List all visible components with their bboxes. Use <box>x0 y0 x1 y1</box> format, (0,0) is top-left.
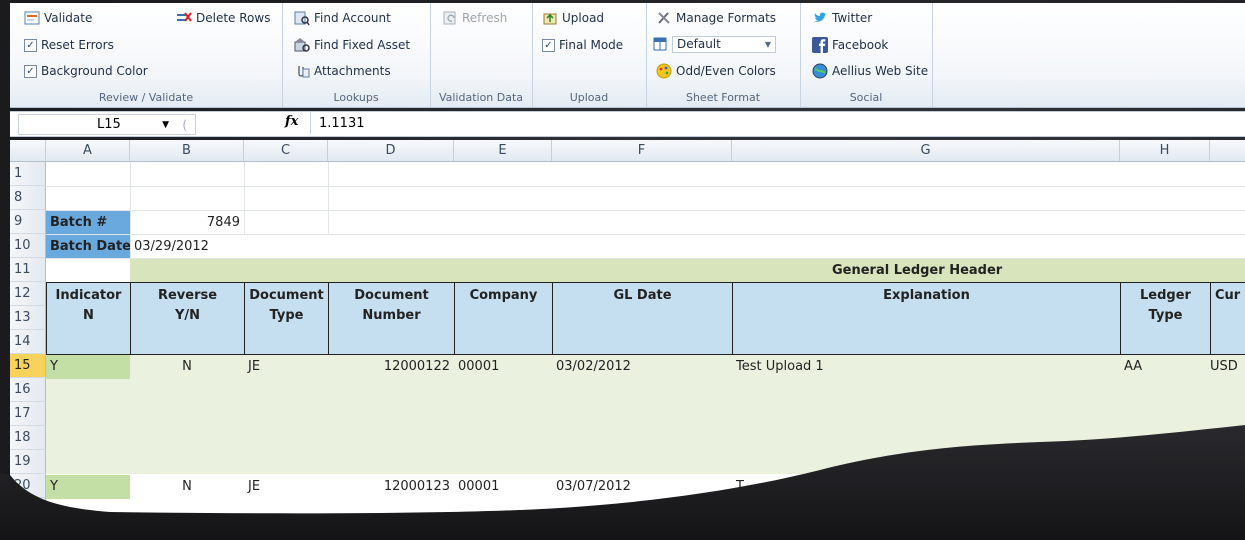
screenshot-stage: Validate ✓ Reset Errors ✓ Background Col… <box>0 0 1245 540</box>
torn-edge-overlay <box>0 0 1245 540</box>
spreadsheet-window: Validate ✓ Reset Errors ✓ Background Col… <box>0 0 1245 540</box>
